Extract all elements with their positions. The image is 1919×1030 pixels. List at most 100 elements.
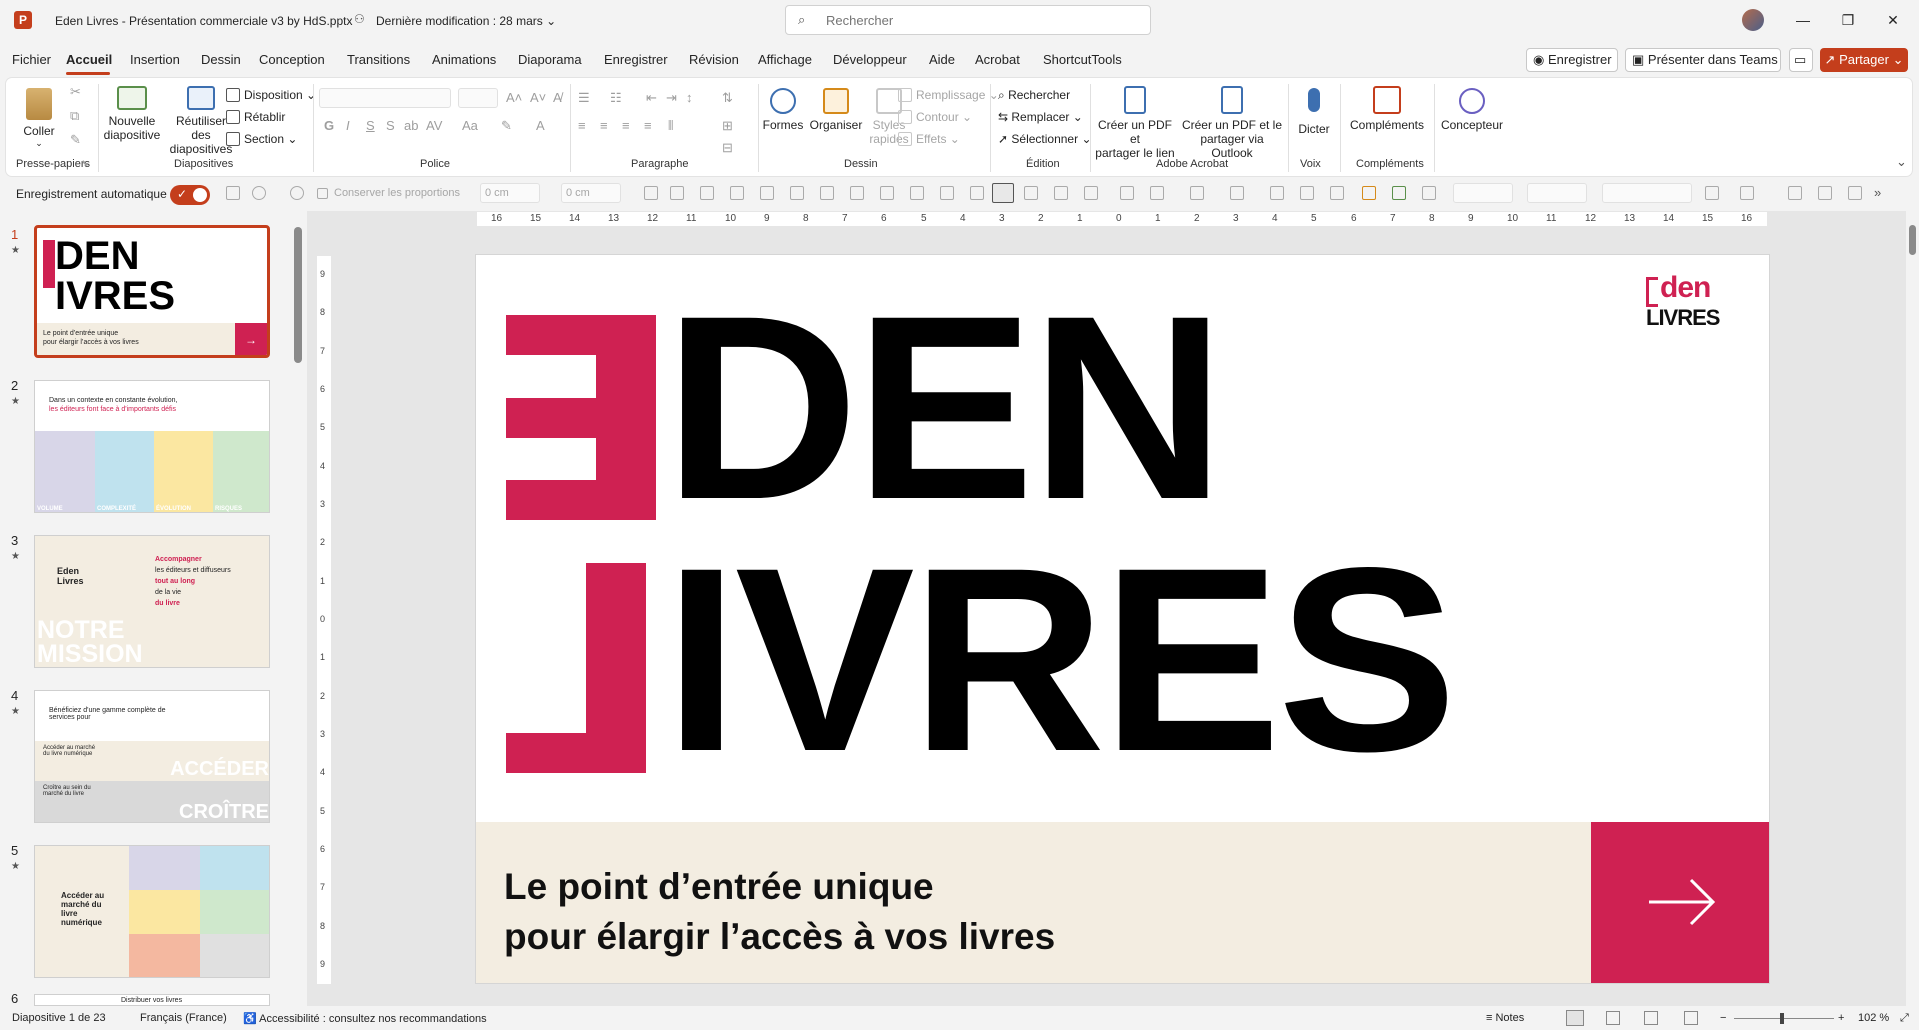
- slideshow-icon[interactable]: [1684, 1011, 1698, 1025]
- align-text-icon[interactable]: ⊞: [722, 118, 733, 134]
- canvas-scrollbar[interactable]: [1906, 211, 1919, 1006]
- slide-thumbnail-4[interactable]: Bénéficiez d'une gamme complète de servi…: [34, 690, 270, 823]
- char-spacing-icon[interactable]: AV: [426, 118, 442, 133]
- layout-button[interactable]: Disposition ⌄: [226, 88, 316, 102]
- normal-view-icon[interactable]: [1566, 1010, 1584, 1026]
- italic-icon[interactable]: I: [346, 118, 350, 133]
- star-icon[interactable]: [1422, 186, 1436, 200]
- document-title[interactable]: Eden Livres - Présentation commerciale v…: [55, 14, 352, 28]
- text-direction-icon[interactable]: ⇅: [722, 90, 733, 106]
- text-frame-icon[interactable]: [1084, 186, 1098, 200]
- line-spacing-icon[interactable]: ↕: [686, 90, 693, 105]
- tab-enregistrer[interactable]: Enregistrer: [604, 52, 668, 67]
- tab-insertion[interactable]: Insertion: [130, 52, 180, 67]
- style-select[interactable]: [1602, 183, 1692, 203]
- tab-developpeur[interactable]: Développeur: [833, 52, 907, 67]
- crop-tool-icon[interactable]: [1788, 186, 1802, 200]
- align-middle-icon[interactable]: [820, 186, 834, 200]
- lock-ratio-checkbox[interactable]: [317, 188, 328, 199]
- bring-forward-icon[interactable]: [700, 186, 714, 200]
- clear-format-icon[interactable]: A̸: [553, 90, 562, 105]
- selection-pane-icon[interactable]: [970, 186, 984, 200]
- present-teams-button[interactable]: ▣ Présenter dans Teams: [1625, 48, 1781, 72]
- tab-fichier[interactable]: Fichier: [12, 52, 51, 67]
- tab-dessin[interactable]: Dessin: [201, 52, 241, 67]
- merge-shapes-icon[interactable]: [1330, 186, 1344, 200]
- change-case-icon[interactable]: Aa: [462, 118, 478, 133]
- resize-icon[interactable]: [1848, 186, 1862, 200]
- replace-button[interactable]: ⇆ Remplacer ⌄: [998, 110, 1083, 124]
- slide-thumbnail-2[interactable]: Dans un contexte en constante évolution,…: [34, 380, 270, 513]
- line-color-icon[interactable]: [1230, 186, 1244, 200]
- last-modified[interactable]: Dernière modification : 28 mars ⌄: [376, 14, 556, 28]
- tab-revision[interactable]: Révision: [689, 52, 739, 67]
- tab-shortcuttools[interactable]: ShortcutTools: [1043, 52, 1122, 67]
- align-left-icon[interactable]: [910, 186, 924, 200]
- group-objects-icon[interactable]: [644, 186, 658, 200]
- align-center-icon[interactable]: ≡: [600, 118, 608, 133]
- zoom-out-icon[interactable]: −: [1720, 1012, 1726, 1024]
- align-center-icon[interactable]: [880, 186, 894, 200]
- size-field-1[interactable]: [1453, 183, 1513, 203]
- collapse-ribbon-icon[interactable]: ⌄: [1896, 154, 1907, 170]
- size-field-2[interactable]: [1527, 183, 1587, 203]
- new-slide-button[interactable]: Nouvelle diapositive: [100, 82, 164, 142]
- scroll-thumb[interactable]: [1909, 225, 1916, 255]
- slide-sorter-icon[interactable]: [1606, 1011, 1620, 1025]
- columns-icon[interactable]: ⫴: [668, 118, 673, 134]
- save-icon[interactable]: [226, 186, 240, 200]
- align-top-icon[interactable]: [760, 186, 774, 200]
- search-input[interactable]: [826, 11, 1126, 29]
- bullets-icon[interactable]: ☰: [578, 90, 590, 106]
- layout-toggle-icon[interactable]: [992, 183, 1014, 203]
- restore-icon[interactable]: ❐: [1828, 8, 1868, 32]
- dialog-launcher-icon[interactable]: ⬊: [81, 158, 89, 169]
- designer-button[interactable]: Concepteur: [1436, 82, 1508, 132]
- pen-icon[interactable]: [1120, 186, 1134, 200]
- reading-view-icon[interactable]: [1644, 1011, 1658, 1025]
- align-right-icon[interactable]: [940, 186, 954, 200]
- strikethrough-icon[interactable]: ab: [404, 118, 418, 133]
- search-box[interactable]: ⌕: [785, 5, 1151, 35]
- bold-icon[interactable]: G: [324, 118, 334, 133]
- accessibility-status[interactable]: ♿ Accessibilité : consultez nos recomman…: [243, 1012, 487, 1025]
- format-painter-icon[interactable]: ✎: [70, 132, 81, 148]
- decrease-indent-icon[interactable]: ⇤: [646, 90, 657, 106]
- slide-thumbnail-3[interactable]: Eden Livres Accompagner les éditeurs et …: [34, 535, 270, 668]
- avatar[interactable]: [1742, 9, 1764, 31]
- overflow-icon[interactable]: »: [1874, 185, 1881, 200]
- format-painter-icon[interactable]: [1270, 186, 1284, 200]
- dictate-button[interactable]: Dicter: [1290, 82, 1338, 136]
- flip-icon[interactable]: [1740, 186, 1754, 200]
- cut-icon[interactable]: ✂: [70, 84, 81, 100]
- font-size-select[interactable]: [458, 88, 498, 108]
- numbering-icon[interactable]: ☷: [610, 90, 622, 106]
- shape-outline-button[interactable]: Contour ⌄: [898, 110, 972, 124]
- crop-icon[interactable]: [1362, 186, 1376, 200]
- thumbnails-scrollbar[interactable]: [294, 227, 302, 363]
- tab-transitions[interactable]: Transitions: [347, 52, 410, 67]
- slide-thumbnail-6[interactable]: Distribuer vos livres: [34, 994, 270, 1006]
- shape-fill-button[interactable]: Remplissage ⌄: [898, 88, 999, 102]
- slide-count[interactable]: Diapositive 1 de 23: [12, 1012, 106, 1024]
- increase-indent-icon[interactable]: ⇥: [666, 90, 677, 106]
- shrink-font-icon[interactable]: A˅: [530, 90, 546, 105]
- height-field[interactable]: 0 cm: [561, 183, 621, 203]
- justify-icon[interactable]: ≡: [644, 118, 652, 133]
- paste-button[interactable]: Coller ⌄: [18, 82, 60, 149]
- font-color-icon[interactable]: [1150, 186, 1164, 200]
- zoom-slider[interactable]: [1734, 1018, 1834, 1019]
- zoom-in-icon[interactable]: +: [1838, 1012, 1844, 1024]
- tab-affichage[interactable]: Affichage: [758, 52, 812, 67]
- select-button[interactable]: ➚ Sélectionner ⌄: [998, 132, 1092, 146]
- create-pdf-link-button[interactable]: Créer un PDF et partager le lien: [1092, 82, 1178, 160]
- tab-aide[interactable]: Aide: [929, 52, 955, 67]
- slide-thumbnail-1[interactable]: DEN IVRES Le point d’entrée unique pour …: [34, 225, 270, 358]
- record-button[interactable]: ◉ Enregistrer: [1526, 48, 1618, 72]
- tab-accueil[interactable]: Accueil: [66, 52, 112, 67]
- reset-button[interactable]: Rétablir: [226, 110, 285, 124]
- create-pdf-outlook-button[interactable]: Créer un PDF et le partager via Outlook: [1180, 82, 1284, 160]
- fit-slide-icon[interactable]: ⤢: [1900, 1012, 1909, 1025]
- underline-icon[interactable]: S: [366, 118, 375, 133]
- table-icon[interactable]: [1392, 186, 1406, 200]
